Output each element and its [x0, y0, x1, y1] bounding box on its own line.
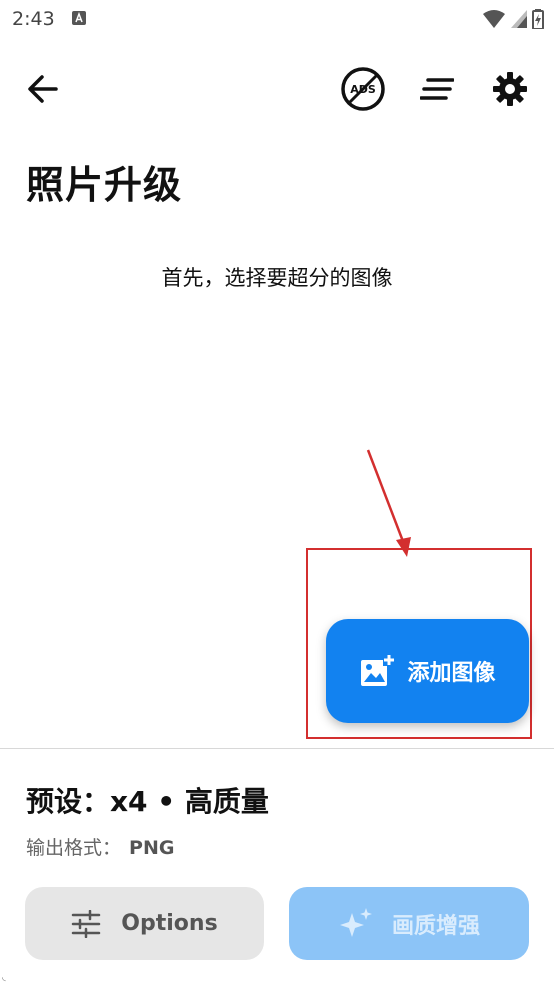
no-ads-icon: ADS — [341, 67, 385, 111]
hint-text: 首先，选择要超分的图像 — [161, 266, 393, 290]
notification-icon — [72, 11, 86, 25]
preset-summary: 预设：x4 • 高质量 — [26, 785, 269, 818]
output-format-label: 输出格式： — [26, 837, 122, 859]
ads-badge-text: ADS — [350, 83, 376, 96]
remove-ads-button[interactable]: ADS — [338, 64, 388, 114]
status-icons — [482, 9, 544, 29]
divider — [0, 748, 554, 749]
enhance-label: 画质增强 — [391, 913, 480, 939]
add-image-label: 添加图像 — [407, 661, 496, 686]
status-time: 2:43 — [12, 8, 55, 30]
gear-icon — [493, 72, 527, 106]
options-label: Options — [121, 911, 218, 936]
sliders-icon — [72, 909, 101, 938]
signal-icon — [511, 10, 527, 28]
status-bar: 2:43 — [0, 0, 554, 38]
battery-icon — [532, 9, 544, 29]
top-app-bar: ADS — [0, 58, 554, 118]
settings-button[interactable] — [487, 66, 533, 112]
sort-button[interactable] — [414, 66, 460, 112]
output-format: 输出格式： PNG — [26, 833, 174, 860]
add-image-button[interactable]: 添加图像 — [326, 619, 529, 723]
corner-mark: ◟ — [2, 972, 6, 983]
options-button[interactable]: Options — [25, 887, 264, 960]
sort-lines-icon — [420, 78, 454, 100]
enhance-button[interactable]: 画质增强 — [289, 887, 529, 960]
page-title: 照片升级 — [26, 163, 183, 207]
back-button[interactable] — [20, 66, 66, 112]
back-arrow-icon — [28, 75, 58, 103]
output-format-value: PNG — [129, 837, 175, 859]
add-image-icon — [361, 654, 396, 686]
wifi-icon — [483, 10, 505, 28]
sparkle-icon — [339, 907, 372, 937]
